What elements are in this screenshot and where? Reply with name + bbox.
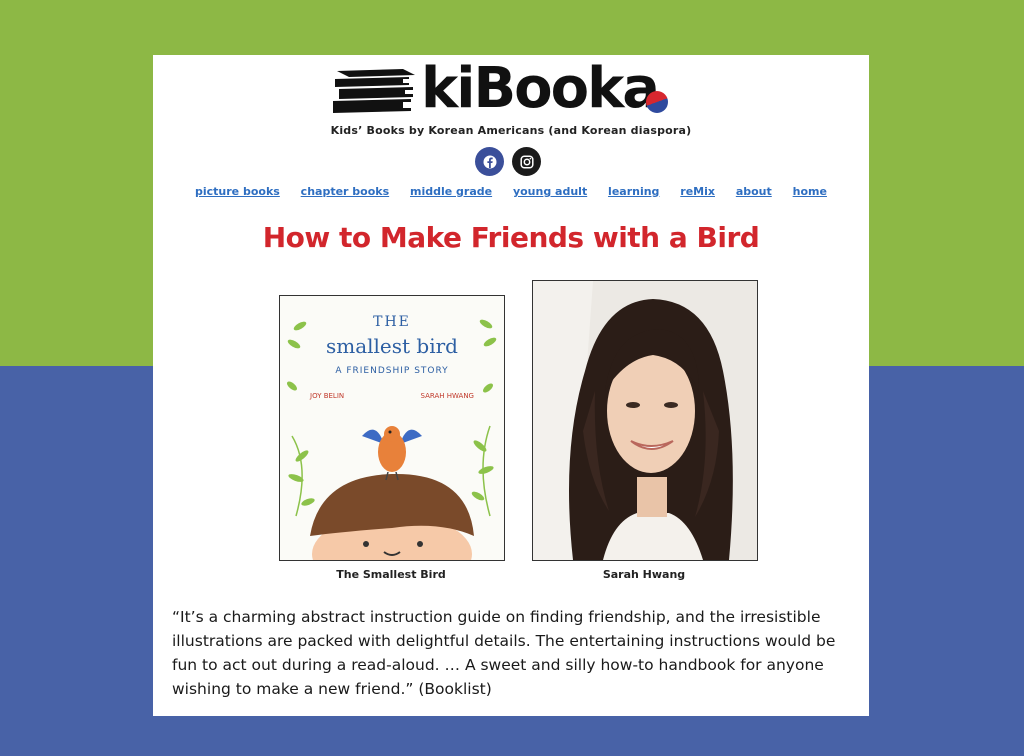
social-links <box>475 147 541 176</box>
page-title: How to Make Friends with a Bird <box>262 221 760 254</box>
facebook-glyph-icon <box>483 155 496 168</box>
nav-chapter-books[interactable]: chapter books <box>301 185 389 198</box>
book-title: smallest bird <box>325 334 458 358</box>
book-author: JOY BELIN <box>310 392 345 400</box>
nav-about[interactable]: about <box>736 185 772 198</box>
book-credits: JOY BELIN SARAH HWANG <box>310 392 474 400</box>
nav-middle-grade[interactable]: middle grade <box>410 185 492 198</box>
site-tagline: Kids’ Books by Korean Americans (and Kor… <box>330 124 692 137</box>
taegeuk-icon <box>646 91 668 113</box>
review-quote: “It’s a charming abstract instruction gu… <box>172 608 836 698</box>
facebook-icon[interactable] <box>475 147 504 176</box>
main-nav: picture books chapter books middle grade… <box>195 185 827 198</box>
nav-home[interactable]: home <box>793 185 827 198</box>
book-cover-image: THE smallest bird A FRIENDSHIP STORY JOY… <box>279 295 505 561</box>
nav-remix[interactable]: reMix <box>680 185 715 198</box>
books-logo-icon <box>333 69 417 113</box>
logo-text: kiBooka <box>421 56 660 121</box>
photo-caption: Sarah Hwang <box>602 568 686 581</box>
book-illustrator: SARAH HWANG <box>420 392 474 400</box>
instagram-glyph-icon <box>519 154 534 169</box>
book-caption: The Smallest Bird <box>336 568 446 581</box>
nav-young-adult[interactable]: young adult <box>513 185 587 198</box>
book-title-prefix: THE <box>373 314 411 330</box>
content-card: kiBooka Kids’ Books by Korean Americans … <box>153 55 869 716</box>
instagram-icon[interactable] <box>512 147 541 176</box>
nav-learning[interactable]: learning <box>608 185 659 198</box>
author-photo <box>532 280 758 561</box>
book-subtitle: A FRIENDSHIP STORY <box>335 366 449 376</box>
site-logo[interactable]: kiBooka <box>333 57 679 121</box>
nav-picture-books[interactable]: picture books <box>195 185 280 198</box>
portrait-illustration <box>533 281 757 560</box>
